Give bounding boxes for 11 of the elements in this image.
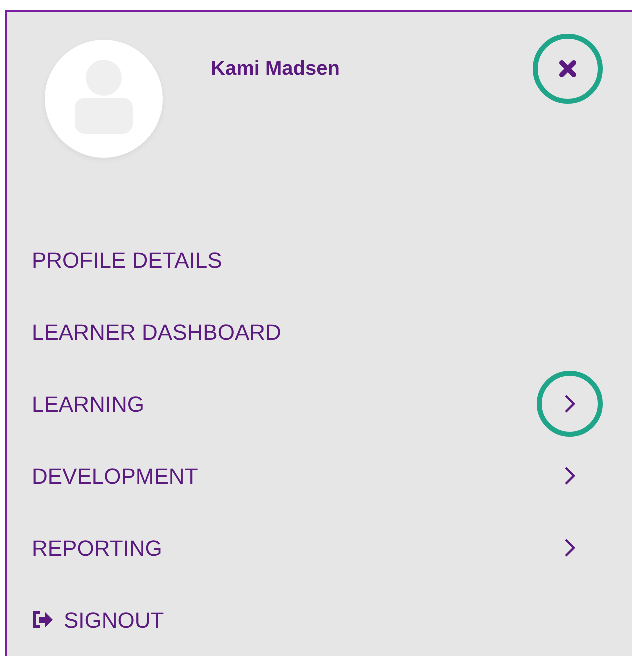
sign-out-icon bbox=[32, 611, 54, 629]
menu-item[interactable]: SIGNOUT bbox=[64, 604, 164, 636]
menu-item[interactable]: DEVELOPMENT bbox=[32, 460, 198, 492]
menu-item[interactable]: LEARNER DASHBOARD bbox=[32, 316, 282, 348]
user-name: Kami Madsen bbox=[211, 57, 340, 82]
close-icon bbox=[558, 59, 578, 79]
menu-item[interactable]: REPORTING bbox=[32, 532, 162, 564]
menu-item[interactable]: PROFILE DETAILS bbox=[32, 244, 222, 276]
menu-item[interactable]: LEARNING bbox=[32, 388, 144, 420]
chevron-right-icon[interactable] bbox=[537, 371, 603, 437]
close-button[interactable] bbox=[533, 34, 603, 104]
